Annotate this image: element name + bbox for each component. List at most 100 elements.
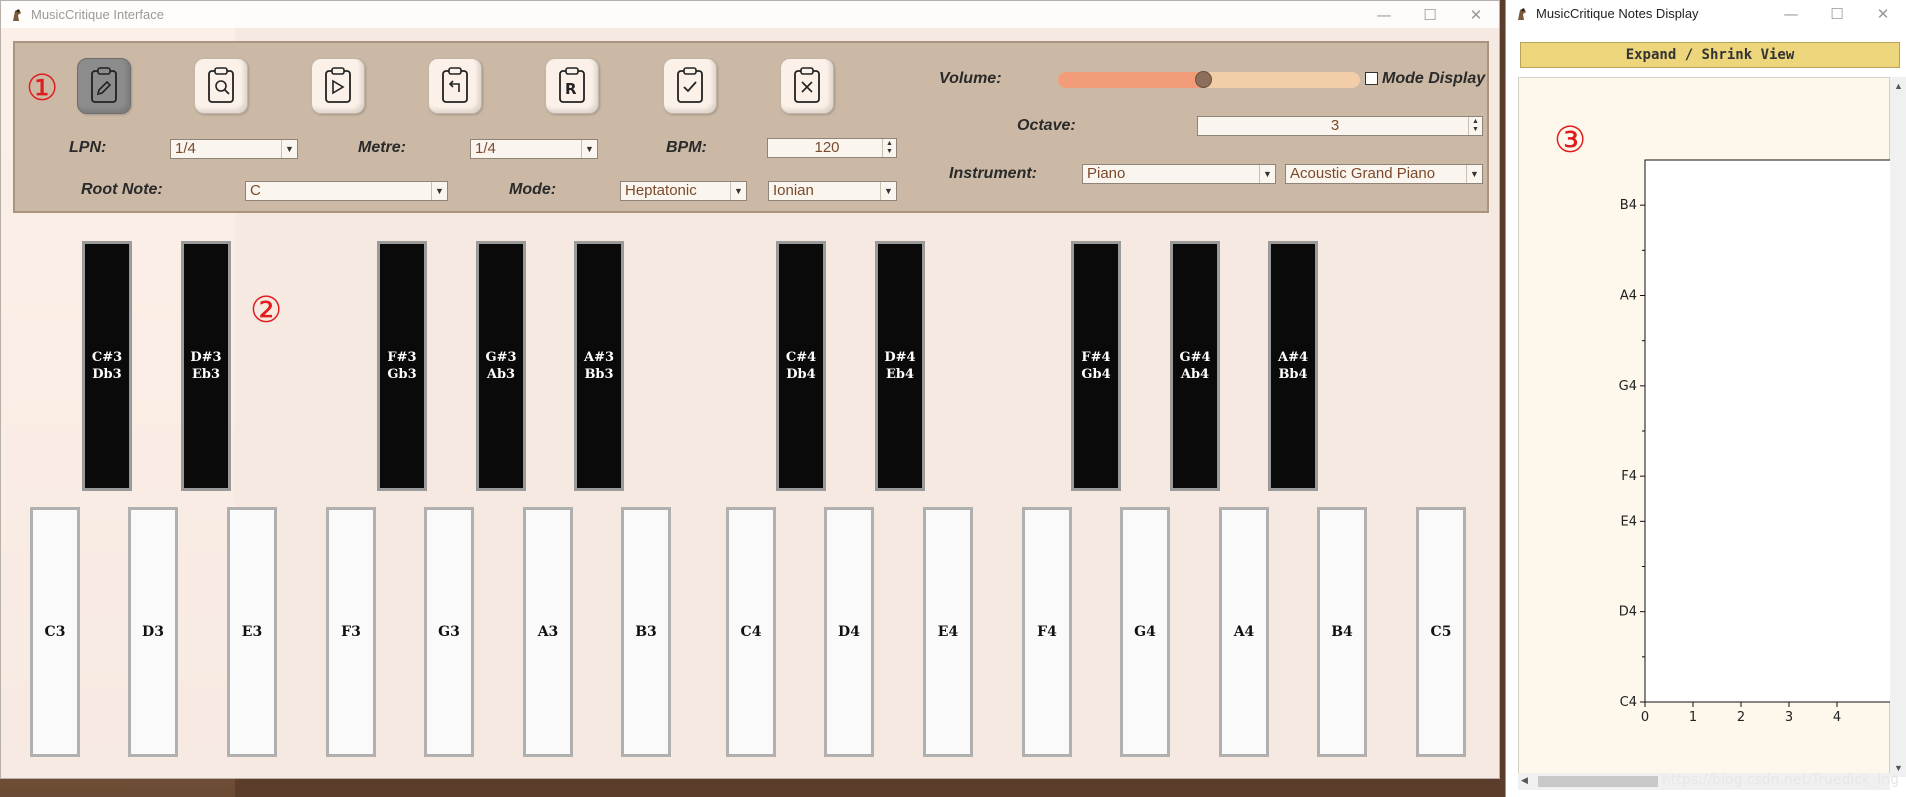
y-tick-label: G4 [1619,379,1637,394]
white-key-e4[interactable]: E4 [923,507,973,757]
white-key-g3[interactable]: G3 [424,507,474,757]
close-button[interactable]: ✕ [1453,1,1499,28]
white-key-b3[interactable]: B3 [621,507,671,757]
white-key-d3[interactable]: D3 [128,507,178,757]
check-button[interactable] [663,58,717,114]
chevron-down-icon: ▼ [1259,165,1275,183]
white-key-g4[interactable]: G4 [1120,507,1170,757]
key-sharp-label: F#3 [387,350,417,365]
black-key-gs3[interactable]: G#3 Ab3 [476,241,526,491]
scroll-left-icon[interactable]: ◀ [1521,775,1528,786]
black-key-ds4[interactable]: D#4 Eb4 [875,241,925,491]
key-label: C4 [740,624,762,640]
octave-label: Octave: [1017,117,1076,134]
search-notes-button[interactable] [194,58,248,114]
black-key-fs4[interactable]: F#4 Gb4 [1071,241,1121,491]
mode-display-checkbox[interactable] [1365,72,1378,85]
instrument-value: Acoustic Grand Piano [1290,165,1436,182]
maximize-button[interactable]: ☐ [1814,0,1860,27]
white-key-c5[interactable]: C5 [1416,507,1466,757]
clipboard-back-icon [442,67,468,103]
minimize-button[interactable]: — [1768,0,1814,27]
key-sharp-label: A#4 [1277,350,1309,365]
key-label: B4 [1331,624,1353,640]
key-flat-label: Bb3 [584,367,614,382]
key-label: A3 [537,624,559,640]
undo-button[interactable] [428,58,482,114]
octave-spinbox[interactable]: 3 ▲ ▼ [1197,116,1483,136]
root-note-select[interactable]: C ▼ [245,181,448,201]
white-key-f3[interactable]: F3 [326,507,376,757]
instrument-family-select[interactable]: Piano ▼ [1082,164,1276,184]
key-label: C5 [1430,624,1452,640]
black-key-as4[interactable]: A#4 Bb4 [1268,241,1318,491]
white-key-c4[interactable]: C4 [726,507,776,757]
maximize-button[interactable]: ☐ [1407,1,1453,28]
white-key-e3[interactable]: E3 [227,507,277,757]
root-note-label: Root Note: [81,181,163,198]
clipboard-pen-icon [91,67,117,103]
black-key-ds3[interactable]: D#3 Eb3 [181,241,231,491]
mode-type-select[interactable]: Heptatonic ▼ [620,181,747,201]
key-label: D4 [838,624,860,640]
black-key-cs4[interactable]: C#4 Db4 [776,241,826,491]
main-window-title: MusicCritique Interface [31,7,164,22]
chevron-down-icon: ▼ [431,182,447,200]
clear-button[interactable] [780,58,834,114]
scroll-up-icon[interactable]: ▲ [1894,81,1903,91]
key-sharp-label: G#3 [485,350,517,365]
vertical-scrollbar[interactable]: ▲ ▼ [1890,77,1906,777]
volume-slider[interactable] [1058,71,1360,88]
notes-window-title: MusicCritique Notes Display [1536,6,1699,21]
scrollbar-thumb[interactable] [1538,776,1658,787]
annotation-2: ② [250,290,283,331]
volume-handle[interactable] [1194,71,1212,88]
key-flat-label: Gb3 [387,367,417,382]
minimize-button[interactable]: — [1361,1,1407,28]
white-key-a4[interactable]: A4 [1219,507,1269,757]
white-key-a3[interactable]: A3 [523,507,573,757]
bpm-value: 120 [814,139,840,156]
key-sharp-label: D#4 [884,350,916,365]
control-panel: ① R LPN: 1/4 ▼ Metre: 1/4 ▼ BPM: 120 ▲ ▼ … [13,41,1489,213]
expand-shrink-button[interactable]: Expand / Shrink View [1520,42,1900,68]
y-tick-label: B4 [1620,198,1637,213]
y-tick-label: A4 [1620,289,1637,304]
bpm-spinbox[interactable]: 120 ▲ ▼ [767,138,897,158]
white-key-f4[interactable]: F4 [1022,507,1072,757]
spin-arrows-icon[interactable]: ▲ ▼ [882,139,896,157]
play-button[interactable] [311,58,365,114]
metre-select[interactable]: 1/4 ▼ [470,139,598,159]
y-tick-label: F4 [1621,469,1637,484]
black-key-gs4[interactable]: G#4 Ab4 [1170,241,1220,491]
spin-arrows-icon[interactable]: ▲ ▼ [1468,117,1482,135]
notes-window: MusicCritique Notes Display — ☐ ✕ Expand… [1505,0,1906,797]
key-sharp-label: F#4 [1081,350,1111,365]
mode-select[interactable]: Ionian ▼ [768,181,897,201]
white-key-d4[interactable]: D4 [824,507,874,757]
black-key-cs3[interactable]: C#3 Db3 [82,241,132,491]
chevron-down-icon: ▼ [581,140,597,158]
key-label: G4 [1134,624,1156,640]
metre-label: Metre: [358,139,407,156]
key-flat-label: Eb3 [191,367,221,382]
y-tick-label: C4 [1620,695,1637,710]
x-tick-label: 2 [1737,710,1745,725]
key-label: F4 [1037,624,1057,640]
white-key-c3[interactable]: C3 [30,507,80,757]
black-key-fs3[interactable]: F#3 Gb3 [377,241,427,491]
black-key-as3[interactable]: A#3 Bb3 [574,241,624,491]
clipboard-check-icon [677,67,703,103]
reset-button[interactable]: R [545,58,599,114]
white-key-b4[interactable]: B4 [1317,507,1367,757]
watermark: https://blog.csdn.net/Truedick_Ing [1662,772,1899,788]
svg-text:R: R [565,80,577,98]
close-button[interactable]: ✕ [1860,0,1906,27]
instrument-select[interactable]: Acoustic Grand Piano ▼ [1285,164,1483,184]
key-flat-label: Ab3 [486,367,516,382]
lpn-select[interactable]: 1/4 ▼ [170,139,298,159]
chevron-down-icon: ▼ [730,182,746,200]
key-flat-label: Bb4 [1278,367,1308,382]
edit-notes-button[interactable] [77,58,131,114]
key-label: E3 [241,624,263,640]
